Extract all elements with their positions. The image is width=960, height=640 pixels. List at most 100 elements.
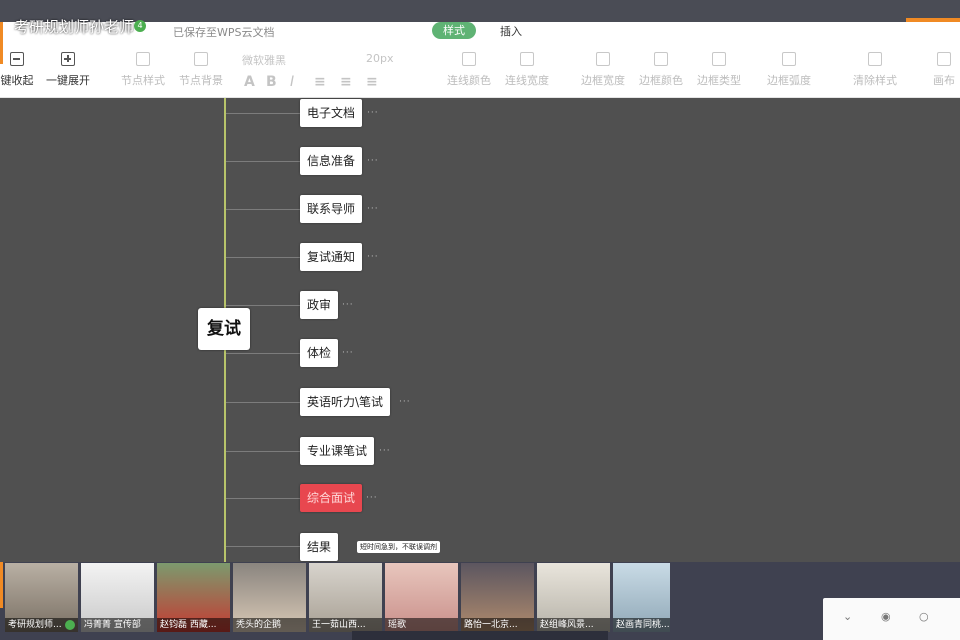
font-family-select[interactable]: 微软雅黑 [242, 52, 286, 68]
participant-count-badge: 4 [134, 20, 146, 32]
branch-line [226, 161, 300, 162]
screen: 考研规划师孙老师 4 已保存至WPS云文档 样式 插入 键收起 一键展开 节点样… [0, 0, 960, 640]
participant-name: 瑶歌 [385, 618, 458, 632]
plus-box-icon [61, 52, 75, 66]
branch-line [226, 402, 300, 403]
video-tile[interactable]: 王一茹山西... [309, 563, 382, 632]
branch-line [226, 498, 300, 499]
participant-name: 赵钧磊 西藏... [157, 618, 230, 632]
more-icon[interactable]: ··· [367, 252, 379, 262]
more-icon[interactable]: ··· [367, 156, 379, 166]
collapse-all-button[interactable]: 键收起 [0, 52, 34, 96]
line-width-button[interactable]: 连线宽度 [504, 52, 550, 96]
minus-box-icon [10, 52, 24, 66]
mindmap-node[interactable]: 复试通知 [300, 243, 363, 271]
mindmap-node[interactable]: 联系导师 [300, 195, 363, 223]
more-icon[interactable]: ··· [367, 204, 379, 214]
paint-bucket-icon [194, 52, 208, 66]
line-color-label: 连线颜色 [447, 74, 491, 87]
more-icon[interactable]: ··· [342, 348, 354, 358]
font-size-select[interactable]: 20px [366, 52, 394, 65]
align-left-icon[interactable]: ≡ [314, 74, 326, 90]
canvas-label: 画布 [933, 74, 955, 87]
branch-line [226, 113, 300, 114]
branch-line [226, 257, 300, 258]
border-radius-label: 边框弧度 [767, 74, 811, 87]
clear-style-label: 清除样式 [853, 74, 897, 87]
mindmap-root-node[interactable]: 复试 [198, 308, 250, 350]
participant-name: 王一茹山西... [309, 618, 382, 632]
video-strip: 考研规划师... 冯菁菁 宣传部 赵钧磊 西藏... 秃头的企鹅 王一茹山西..… [0, 562, 960, 640]
mindmap-node[interactable]: 结果 [300, 533, 339, 561]
record-icon[interactable]: ◉ [881, 610, 891, 623]
video-tile[interactable]: 赵组峰风景... [537, 563, 610, 632]
mindmap-toolbar: 已保存至WPS云文档 样式 插入 键收起 一键展开 节点样式 节点背景 微软雅黑… [0, 22, 960, 98]
video-tile[interactable]: 冯菁菁 宣传部 [81, 563, 154, 632]
canvas-icon [937, 52, 951, 66]
video-tile[interactable]: 赵画青同桃... [613, 563, 670, 632]
mic-on-icon [65, 620, 75, 630]
align-center-icon[interactable]: ≡ [340, 74, 352, 90]
border-width-button[interactable]: 边框宽度 [580, 52, 626, 96]
border-type-label: 边框类型 [697, 74, 741, 87]
line-width-label: 连线宽度 [505, 74, 549, 87]
branch-line [226, 209, 300, 210]
node-note[interactable]: 短时间急到，不联误调剂 [357, 541, 440, 553]
border-radius-icon [782, 52, 796, 66]
mindmap-node[interactable]: 英语听力\笔试 [300, 388, 391, 416]
tab-insert[interactable]: 插入 [500, 23, 522, 39]
border-width-icon [596, 52, 610, 66]
mindmap-node-highlighted[interactable]: 综合面试 [300, 484, 363, 512]
more-icon[interactable]: ··· [367, 108, 379, 118]
border-color-label: 边框颜色 [639, 74, 683, 87]
chevron-down-icon[interactable]: ⌄ [843, 610, 852, 623]
font-color-button[interactable]: A [244, 74, 255, 90]
video-tile[interactable]: 瑶歌 [385, 563, 458, 632]
mindmap-node[interactable]: 电子文档 [300, 99, 363, 127]
tab-style[interactable]: 样式 [432, 22, 476, 39]
more-icon[interactable]: ··· [379, 446, 391, 456]
circle-icon[interactable]: ○ [919, 610, 929, 623]
border-type-icon [712, 52, 726, 66]
strip-scrollbar[interactable] [352, 631, 608, 640]
mindmap-node[interactable]: 专业课笔试 [300, 437, 375, 465]
node-background-label: 节点背景 [179, 74, 223, 87]
video-tile[interactable]: 考研规划师... [5, 563, 78, 632]
line-color-button[interactable]: 连线颜色 [446, 52, 492, 96]
border-type-button[interactable]: 边框类型 [696, 52, 742, 96]
collapse-all-label: 键收起 [0, 74, 34, 87]
more-icon[interactable]: ··· [342, 300, 354, 310]
node-background-button[interactable]: 节点背景 [178, 52, 224, 96]
italic-button[interactable]: I [290, 74, 294, 90]
more-icon[interactable]: ··· [366, 493, 378, 503]
canvas-button[interactable]: 画布 [928, 52, 960, 96]
border-color-button[interactable]: 边框颜色 [638, 52, 684, 96]
mindmap-node[interactable]: 信息准备 [300, 147, 363, 175]
more-icon[interactable]: ··· [399, 397, 411, 407]
mindmap-node[interactable]: 体检 [300, 339, 339, 367]
mindmap-canvas[interactable] [0, 98, 960, 562]
mindmap-node[interactable]: 政审 [300, 291, 339, 319]
meeting-title-bar: 考研规划师孙老师 4 [0, 0, 960, 36]
save-status: 已保存至WPS云文档 [173, 26, 275, 39]
expand-all-label: 一键展开 [46, 74, 90, 87]
video-tile[interactable]: 秃头的企鹅 [233, 563, 306, 632]
bold-button[interactable]: B [266, 74, 277, 90]
border-width-label: 边框宽度 [581, 74, 625, 87]
border-radius-button[interactable]: 边框弧度 [764, 52, 814, 96]
branch-line [226, 353, 300, 354]
node-style-button[interactable]: 节点样式 [120, 52, 166, 96]
clear-style-button[interactable]: 清除样式 [852, 52, 898, 96]
align-right-icon[interactable]: ≡ [366, 74, 378, 90]
branch-line [226, 451, 300, 452]
participant-name: 赵画青同桃... [613, 618, 670, 632]
video-tile[interactable]: 赵钧磊 西藏... [157, 563, 230, 632]
border-color-icon [654, 52, 668, 66]
participant-name: 秃头的企鹅 [233, 618, 306, 632]
participant-name: 冯菁菁 宣传部 [81, 618, 154, 632]
line-width-icon [520, 52, 534, 66]
video-tile[interactable]: 路怡一北京... [461, 563, 534, 632]
expand-all-button[interactable]: 一键展开 [44, 52, 92, 96]
line-color-icon [462, 52, 476, 66]
accent-bar [0, 562, 3, 608]
